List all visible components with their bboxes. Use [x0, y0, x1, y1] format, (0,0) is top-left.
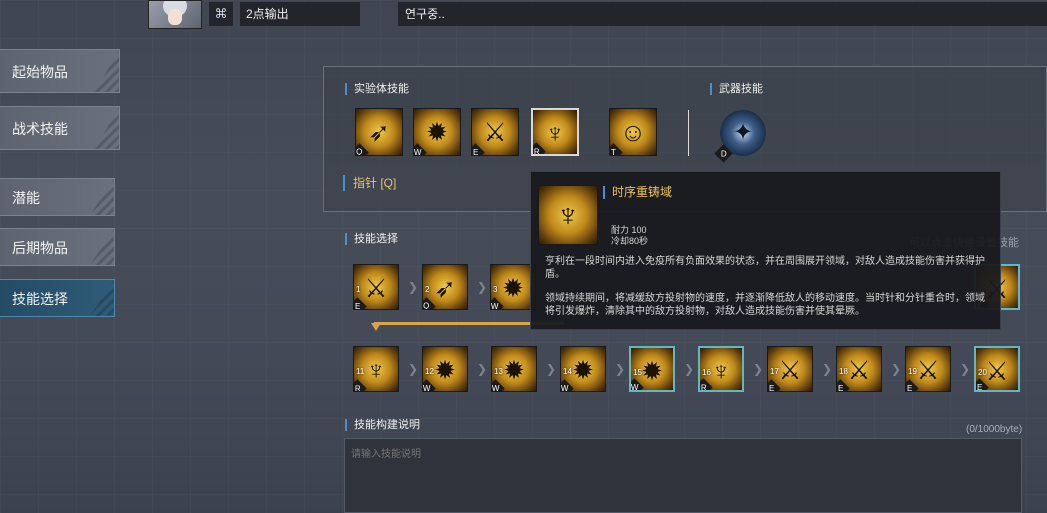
stripe-decoration — [93, 50, 119, 92]
level-number: 11 — [356, 367, 365, 376]
level-slot[interactable]: ⚔ 19 E — [905, 346, 951, 392]
sidebar-item-tactical-skill[interactable]: 战术技能 — [0, 106, 120, 150]
byte-counter: (0/1000byte) — [966, 424, 1023, 435]
chevron-right-icon: ❯ — [684, 362, 695, 376]
stripe-decoration — [88, 179, 114, 215]
skill-tooltip: ♆ 时序重铸域 耐力 100 冷却80秒 亨利在一段时间内进入免疫所有负面效果的… — [530, 171, 1001, 330]
shuriken-icon[interactable]: ✦ D — [714, 110, 766, 163]
level-slot[interactable]: ✹ 13 W — [491, 346, 537, 392]
chevron-right-icon: ❯ — [477, 280, 488, 294]
level-number: 17 — [770, 367, 779, 376]
tooltip-skill-name: 时序重铸域 — [603, 186, 672, 199]
skill-divider — [688, 110, 689, 156]
level-slot[interactable]: ➶ 2 Q — [422, 264, 468, 310]
level-slot[interactable]: ⚔ 18 E — [836, 346, 882, 392]
level-number: 1 — [356, 285, 361, 294]
build-description-title: 技能构建说明 — [345, 419, 420, 431]
weapon-skills-title: 武器技能 — [710, 83, 763, 95]
sidebar-item-label: 战术技能 — [12, 121, 68, 137]
stripe-decoration — [88, 280, 114, 316]
avatar-face — [168, 9, 182, 25]
chevron-right-icon: ❯ — [822, 362, 833, 376]
level-slot[interactable]: ✹ 15 W — [629, 346, 675, 392]
level-slot[interactable]: ✹ 14 W — [560, 346, 606, 392]
level-slot[interactable]: ✹ 12 W — [422, 346, 468, 392]
level-slot[interactable]: ⚔ 1 E — [353, 264, 399, 310]
spear-strike-icon[interactable]: ➶ Q — [355, 108, 403, 156]
sidebar-item-label: 后期物品 — [12, 240, 68, 256]
stripe-decoration — [93, 107, 119, 149]
build-status-field[interactable]: 연구중.. — [398, 2, 1047, 26]
chevron-right-icon: ❯ — [891, 362, 902, 376]
experiment-skills-title: 实验体技能 — [345, 83, 409, 95]
level-slot[interactable]: ⚔ 17 E — [767, 346, 813, 392]
sidebar-item-label: 潜能 — [12, 190, 40, 206]
golden-clock-icon[interactable]: ✹ W — [413, 108, 461, 156]
level-number: 19 — [908, 367, 917, 376]
sidebar-item-skill-selection[interactable]: 技能选择 — [0, 279, 115, 317]
level-number: 13 — [494, 367, 503, 376]
chevron-right-icon: ❯ — [615, 362, 626, 376]
level-number: 20 — [978, 368, 987, 377]
pointer-hint: 指针 [Q] — [343, 175, 396, 191]
level-slot[interactable]: ♆ 11 R — [353, 346, 399, 392]
level-number: 16 — [702, 368, 711, 377]
pin-icon[interactable]: ⌘ — [209, 2, 233, 26]
level-slot[interactable]: ♆ 16 R — [698, 346, 744, 392]
level-number: 15 — [633, 368, 642, 377]
time-domain-icon[interactable]: ♆ R — [531, 108, 579, 156]
build-description-input[interactable] — [344, 438, 1022, 513]
chevron-right-icon: ❯ — [477, 362, 488, 376]
skill-selection-title: 技能选择 — [345, 233, 398, 245]
domain-glyph-icon: ♆ — [556, 197, 580, 233]
level-slot[interactable]: ⚔ 20 E — [974, 346, 1020, 392]
avatar[interactable] — [148, 0, 202, 29]
sidebar-item-late-items[interactable]: 后期物品 — [0, 228, 115, 266]
chevron-right-icon: ❯ — [546, 362, 557, 376]
chevron-right-icon: ❯ — [408, 362, 419, 376]
portrait-passive-icon[interactable]: ☺ T — [609, 108, 657, 156]
chevron-right-icon: ❯ — [960, 362, 971, 376]
level-number: 18 — [839, 367, 848, 376]
sidebar-item-starting-items[interactable]: 起始物品 — [0, 49, 120, 93]
chevron-right-icon: ❯ — [753, 362, 764, 376]
chevron-right-icon: ❯ — [408, 280, 419, 294]
sidebar-item-label: 技能选择 — [12, 291, 68, 307]
tooltip-description-1: 亨利在一段时间内进入免疫所有负面效果的状态，并在周围展开领域，对敌人造成技能伤害… — [545, 256, 985, 280]
dash-slash-icon[interactable]: ⚔ E — [471, 108, 519, 156]
arrow-down-icon — [371, 323, 381, 331]
level-number: 3 — [493, 285, 498, 294]
level-number: 14 — [563, 367, 572, 376]
build-name-field[interactable]: 2点输出 — [240, 2, 360, 26]
tooltip-cooldown: 冷却80秒 — [611, 236, 649, 246]
tooltip-description-2: 领域持续期间，将减缓敌方投射物的速度，并逐渐降低敌人的移动速度。当时针和分针重合… — [545, 293, 985, 317]
time-domain-icon: ♆ — [538, 185, 598, 245]
sidebar-item-label: 起始物品 — [12, 64, 68, 80]
stripe-decoration — [88, 229, 114, 265]
level-number: 12 — [425, 367, 434, 376]
level-number: 2 — [425, 285, 430, 294]
sidebar-item-potential[interactable]: 潜能 — [0, 178, 115, 216]
